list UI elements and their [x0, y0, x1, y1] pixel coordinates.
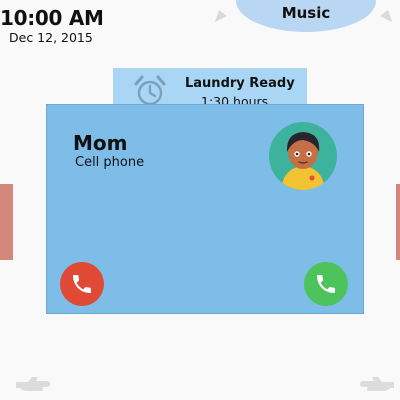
notification-title: Laundry Ready	[185, 76, 295, 91]
date-display: Dec 12, 2015	[9, 30, 93, 45]
left-hand-gesture-icon	[16, 377, 50, 391]
music-label: Music	[281, 4, 331, 22]
alarm-clock-icon	[134, 75, 166, 106]
phone-decline-icon	[73, 275, 91, 293]
right-hand-gesture-icon	[360, 377, 394, 391]
decline-call-button[interactable]	[60, 262, 104, 306]
caller-phone-type: Cell phone	[75, 155, 145, 170]
clock-widget: 10:00 AM Dec 12, 2015	[0, 6, 104, 45]
right-edge-bar[interactable]	[396, 184, 400, 260]
caller-name: Mom	[73, 131, 128, 155]
accept-call-button[interactable]	[304, 262, 348, 306]
time-display: 10:00 AM	[0, 6, 104, 30]
phone-accept-icon	[317, 275, 335, 293]
swipe-up-left-arrow-icon[interactable]	[213, 8, 231, 26]
left-edge-bar[interactable]	[0, 184, 13, 260]
music-button[interactable]: Music	[236, 0, 376, 32]
caller-avatar	[269, 122, 337, 190]
swipe-up-right-arrow-icon[interactable]	[376, 8, 394, 26]
incoming-call-card[interactable]: Mom Cell phone	[46, 104, 364, 314]
